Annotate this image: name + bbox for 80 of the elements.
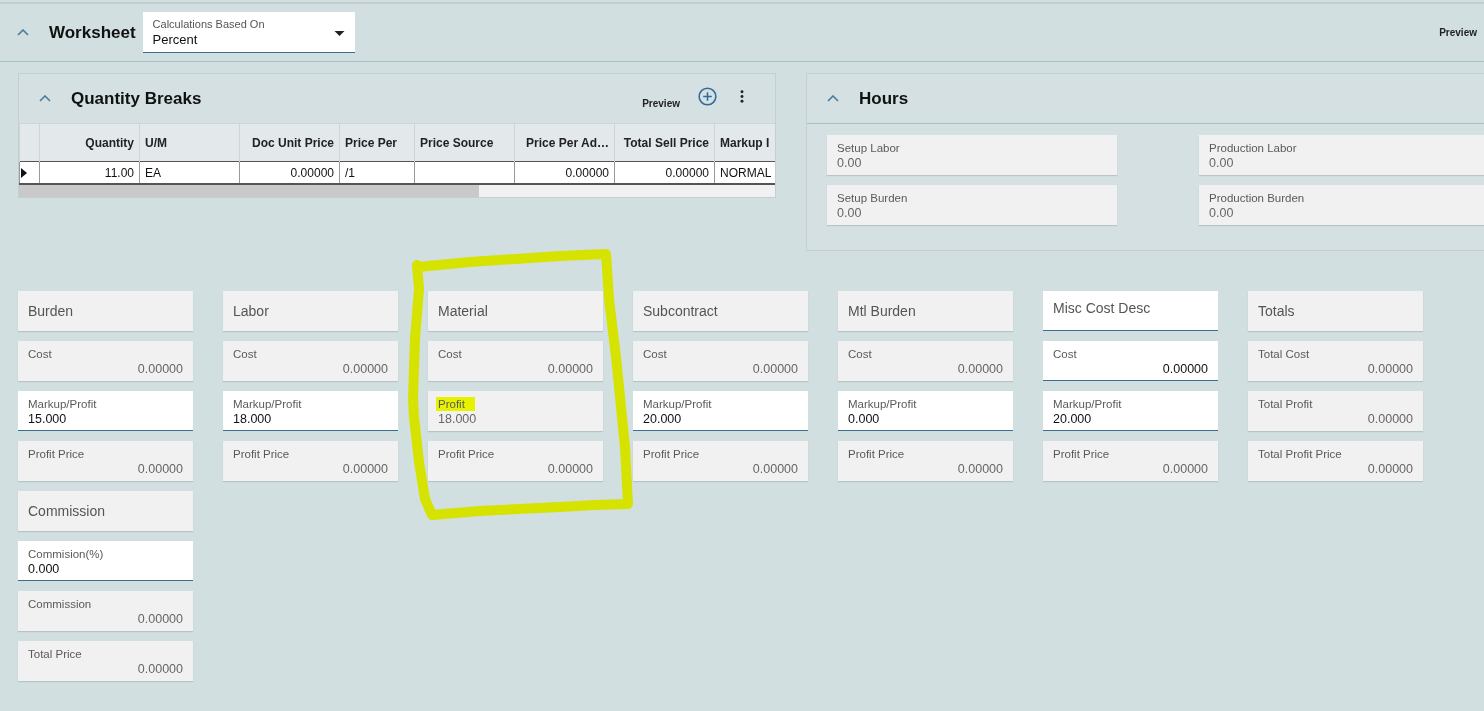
description-field[interactable]: Misc Cost Desc bbox=[1043, 291, 1218, 331]
field-value: 0.00000 bbox=[957, 461, 1003, 477]
field-value: 0.00 bbox=[1209, 205, 1234, 221]
field-label: Cost bbox=[643, 347, 667, 361]
field-label: Setup Labor bbox=[837, 141, 900, 155]
group-header: Material bbox=[428, 291, 603, 331]
field-label: Cost bbox=[28, 347, 52, 361]
chevron-up-icon[interactable] bbox=[827, 95, 839, 102]
chevron-up-icon[interactable] bbox=[39, 95, 51, 102]
group-header: Mtl Burden bbox=[838, 291, 1013, 331]
field-value: 0.00000 bbox=[547, 361, 593, 377]
field-value: 0.00 bbox=[1209, 155, 1234, 171]
input-field[interactable]: Cost 0.00000 bbox=[1043, 341, 1218, 381]
column-header[interactable]: Total Sell Price bbox=[614, 123, 715, 162]
field-value: 0.00 bbox=[837, 205, 862, 221]
field-label: Profit Price bbox=[28, 447, 85, 461]
worksheet-title: Worksheet bbox=[49, 22, 136, 43]
field-value: 0.00000 bbox=[342, 361, 388, 377]
field-label: Cost bbox=[233, 347, 257, 361]
field-value: 0.00000 bbox=[137, 611, 183, 627]
field-label: Cost bbox=[438, 347, 462, 361]
field-value: 0.00 bbox=[837, 155, 862, 171]
input-field[interactable]: Markup/Profit 20.000 bbox=[1043, 391, 1218, 431]
field-value: 0.00000 bbox=[547, 461, 593, 477]
panel-title: Quantity Breaks bbox=[71, 88, 202, 109]
horizontal-scrollbar[interactable] bbox=[19, 185, 775, 197]
field-label: Total Profit Price bbox=[1258, 447, 1342, 461]
field-label: Profit bbox=[436, 397, 475, 411]
input-field[interactable]: Markup/Profit 15.000 bbox=[18, 391, 193, 431]
input-field[interactable]: Markup/Profit 0.000 bbox=[838, 391, 1013, 431]
field-value: 0.00000 bbox=[137, 461, 183, 477]
field-label: Profit Price bbox=[233, 447, 290, 461]
column-header[interactable]: Price Source bbox=[414, 123, 515, 162]
input-field[interactable]: Commision(%) 0.000 bbox=[18, 541, 193, 581]
field-value: 0.00000 bbox=[1367, 361, 1413, 377]
field-label: Total Price bbox=[28, 647, 82, 661]
field-label: Commission bbox=[28, 597, 92, 611]
field-label: Total Cost bbox=[1258, 347, 1310, 361]
field-label: Total Profit bbox=[1258, 397, 1313, 411]
field-value: 0.00000 bbox=[1367, 411, 1413, 427]
column-header[interactable]: U/M bbox=[139, 123, 240, 162]
column-header[interactable]: Price Per Ad… bbox=[514, 123, 615, 162]
column-header[interactable]: Quantity bbox=[39, 123, 140, 162]
field-value: 0.00000 bbox=[137, 661, 183, 677]
group-header: Totals bbox=[1248, 291, 1423, 331]
field-label: Profit Price bbox=[848, 447, 905, 461]
field-value: 0.00000 bbox=[1162, 461, 1208, 477]
group-header: Subcontract bbox=[633, 291, 808, 331]
plus-circle-icon[interactable] bbox=[698, 87, 717, 106]
field-label: Setup Burden bbox=[837, 191, 908, 205]
group-header: Labor bbox=[223, 291, 398, 331]
kebab-menu-icon[interactable] bbox=[740, 90, 744, 103]
field-label: Cost bbox=[848, 347, 872, 361]
table-row[interactable]: 11.00 EA 0.00000 /1 0.00000 0.00000 NORMAL bbox=[19, 161, 775, 184]
field-label: Profit Price bbox=[643, 447, 700, 461]
field-value: 0.00000 bbox=[957, 361, 1003, 377]
calculation-dropdown[interactable]: Calculations Based On Percent bbox=[142, 12, 355, 53]
field-label: Production Burden bbox=[1209, 191, 1305, 205]
preview-button[interactable]: Preview bbox=[1439, 27, 1477, 38]
column-header[interactable]: Price Per bbox=[339, 123, 415, 162]
field-value: 0.00000 bbox=[1367, 461, 1413, 477]
scrollbar-thumb[interactable] bbox=[19, 185, 479, 197]
caret-down-icon bbox=[333, 31, 345, 36]
field-label: Production Labor bbox=[1209, 141, 1297, 155]
field-label: Profit Price bbox=[438, 447, 495, 461]
field-value: 0.00000 bbox=[137, 361, 183, 377]
field-value: 0.00000 bbox=[342, 461, 388, 477]
column-header[interactable]: Doc Unit Price bbox=[239, 123, 340, 162]
input-field[interactable]: Markup/Profit 20.000 bbox=[633, 391, 808, 431]
group-header: Burden bbox=[18, 291, 193, 331]
field-label: Profit Price bbox=[1053, 447, 1110, 461]
group-header: Commission bbox=[18, 491, 193, 531]
column-header[interactable]: Markup I bbox=[714, 123, 775, 162]
field-value: 0.00000 bbox=[752, 461, 798, 477]
chevron-up-icon[interactable] bbox=[17, 29, 29, 36]
preview-button[interactable]: Preview bbox=[642, 97, 680, 109]
field-value: 0.00000 bbox=[752, 361, 798, 377]
panel-title: Hours bbox=[859, 88, 909, 109]
input-field[interactable]: Markup/Profit 18.000 bbox=[223, 391, 398, 431]
field-value: 18.000 bbox=[438, 411, 477, 427]
